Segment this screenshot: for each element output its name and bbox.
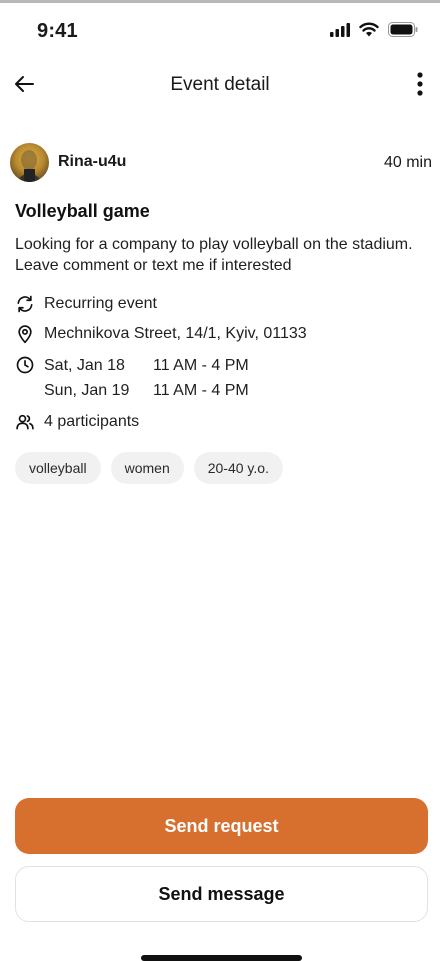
battery-icon: [388, 22, 418, 42]
more-button[interactable]: [408, 68, 432, 104]
send-message-button[interactable]: Send message: [15, 866, 428, 922]
status-icons: [330, 22, 418, 42]
signal-icon: [330, 22, 350, 42]
home-indicator: [141, 955, 302, 961]
event-description: Looking for a company to play volleyball…: [15, 236, 413, 274]
time-ago: 40 min: [383, 154, 432, 171]
tag-women[interactable]: women: [110, 452, 184, 484]
schedule-item: Sat, Jan 18 11 AM - 4 PM: [44, 355, 249, 376]
avatar[interactable]: [10, 143, 49, 182]
participants-row[interactable]: 4 participants: [15, 412, 139, 432]
schedule-time: 11 AM - 4 PM: [153, 382, 249, 399]
schedule-row: Sat, Jan 18 11 AM - 4 PM Sun, Jan 19 11 …: [15, 355, 249, 401]
schedule-list: Sat, Jan 18 11 AM - 4 PM Sun, Jan 19 11 …: [44, 355, 249, 401]
tag-age-range[interactable]: 20-40 y.o.: [193, 452, 283, 484]
author-row: Rina-u4u 40 min: [10, 143, 432, 183]
tag-list: volleyball women 20-40 y.o.: [15, 452, 283, 484]
clock-icon: [15, 355, 35, 375]
author-name[interactable]: Rina-u4u: [58, 153, 126, 171]
repeat-icon: [15, 294, 35, 314]
schedule-time: 11 AM - 4 PM: [153, 357, 249, 374]
location-pin-icon: [15, 324, 35, 344]
status-bar: 9:41: [0, 0, 440, 64]
wifi-icon: [359, 22, 379, 42]
address-row: Mechnikova Street, 14/1, Kyiv, 01133: [15, 324, 307, 344]
address-text[interactable]: Mechnikova Street, 14/1, Kyiv, 01133: [44, 324, 307, 344]
more-vertical-icon: [417, 71, 423, 101]
users-icon: [15, 412, 35, 432]
page-title: Event detail: [170, 74, 270, 95]
schedule-item: Sun, Jan 19 11 AM - 4 PM: [44, 380, 249, 401]
recurring-row: Recurring event: [15, 294, 157, 314]
send-request-button[interactable]: Send request: [15, 798, 428, 854]
participants-count: 4 participants: [44, 413, 140, 430]
event-title: Volleyball game: [15, 201, 150, 221]
tag-volleyball[interactable]: volleyball: [15, 452, 101, 484]
recurring-label: Recurring event: [44, 295, 157, 312]
schedule-date: Sun, Jan 19: [44, 382, 130, 399]
status-time: 9:41: [37, 20, 78, 42]
nav-bar: Event detail: [0, 64, 440, 108]
schedule-date: Sat, Jan 18: [44, 357, 125, 374]
